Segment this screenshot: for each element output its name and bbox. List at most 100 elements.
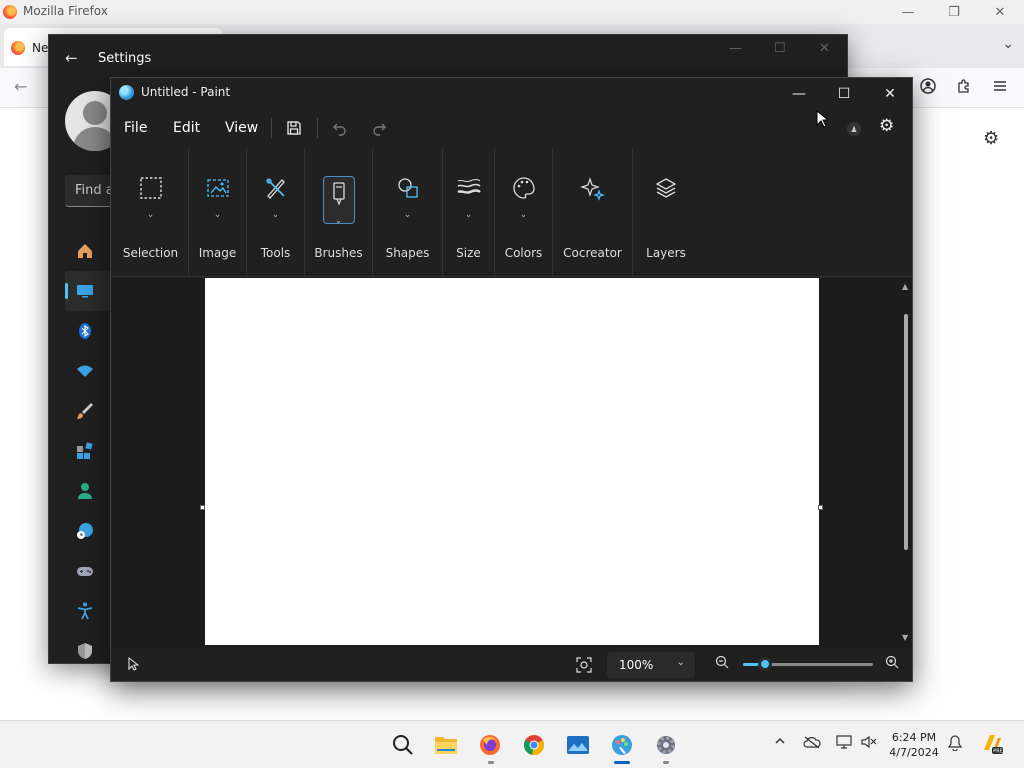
home-icon[interactable] xyxy=(65,231,111,271)
volume-muted-icon[interactable] xyxy=(861,735,877,753)
paint-icon[interactable] xyxy=(610,733,634,757)
zoom-level-value: 100% xyxy=(619,658,654,672)
hamburger-menu-icon[interactable] xyxy=(992,78,1008,98)
copilot-icon[interactable]: PRE xyxy=(980,732,1004,756)
ribbon-image[interactable]: ⌄ Image xyxy=(189,148,247,276)
ribbon-selection[interactable]: ⌄ Selection xyxy=(113,148,189,276)
photos-icon[interactable] xyxy=(566,733,590,757)
paint-close-button[interactable]: ✕ xyxy=(870,82,910,106)
firefox-maximize-button[interactable]: ❐ xyxy=(931,0,977,24)
menu-view[interactable]: View xyxy=(225,120,258,136)
zoom-slider-knob[interactable] xyxy=(758,657,773,671)
accessibility-icon[interactable] xyxy=(65,591,111,631)
personalization-icon[interactable] xyxy=(65,391,111,431)
account-chip-icon[interactable]: ♟ xyxy=(847,122,861,136)
paint-titlebar: Untitled - Paint — ☐ ✕ xyxy=(111,78,912,108)
drawing-canvas[interactable] xyxy=(205,278,819,645)
newtab-settings-gear-icon[interactable]: ⚙ xyxy=(983,128,999,149)
scroll-up-icon[interactable]: ▲ xyxy=(902,282,908,291)
ribbon-size[interactable]: ⌄ Size xyxy=(443,148,495,276)
list-all-tabs-chevron-icon[interactable]: ⌄ xyxy=(1002,36,1014,52)
ribbon-label: Colors xyxy=(504,246,543,260)
show-hidden-icons-chevron-icon[interactable] xyxy=(774,735,786,751)
ribbon-colors[interactable]: ⌄ Colors xyxy=(495,148,553,276)
ribbon-label: Image xyxy=(198,246,237,260)
bluetooth-icon[interactable] xyxy=(65,311,111,351)
paint-menubar: File Edit View xyxy=(111,110,912,146)
scrollbar-thumb[interactable] xyxy=(904,314,908,550)
mouse-cursor-icon xyxy=(816,110,828,128)
gaming-icon[interactable] xyxy=(65,551,111,591)
time-language-icon[interactable] xyxy=(65,511,111,551)
ribbon-tools[interactable]: ⌄ Tools xyxy=(247,148,305,276)
firefox-titlebar: Mozilla Firefox — ❐ ✕ xyxy=(0,0,1024,24)
ribbon-label: Cocreator xyxy=(563,246,622,260)
display-icon[interactable] xyxy=(836,735,852,753)
network-icon[interactable] xyxy=(65,351,111,391)
system-icon[interactable] xyxy=(65,271,111,311)
paint-maximize-button[interactable]: ☐ xyxy=(824,82,864,106)
notification-bell-icon[interactable] xyxy=(947,735,963,755)
undo-icon[interactable] xyxy=(330,118,350,138)
firefox-logo-icon xyxy=(3,5,17,19)
paint-settings-gear-icon[interactable]: ⚙ xyxy=(879,116,894,136)
firefox-tab-label: Ne xyxy=(32,41,49,55)
canvas-resize-handle-left[interactable] xyxy=(200,505,205,510)
system-clock[interactable]: 6:24 PM 4/7/2024 xyxy=(884,730,944,760)
firefox-icon[interactable] xyxy=(478,733,502,757)
settings-search-input[interactable]: Find a setting xyxy=(65,175,115,207)
settings-back-icon[interactable]: ← xyxy=(65,49,78,67)
chevron-down-icon: ⌄ xyxy=(334,216,343,226)
paint-running-indicator xyxy=(614,761,630,764)
firefox-minimize-button[interactable]: — xyxy=(885,0,931,24)
chrome-icon[interactable] xyxy=(522,733,546,757)
canvas-area: ▲ ▼ xyxy=(111,278,912,648)
scroll-down-icon[interactable]: ▼ xyxy=(902,633,908,642)
chevron-down-icon: ⌄ xyxy=(271,210,280,220)
settings-maximize-button[interactable]: ☐ xyxy=(774,41,786,56)
firefox-back-icon[interactable]: ← xyxy=(14,77,27,96)
clock-time: 6:24 PM xyxy=(891,731,937,744)
ribbon-shapes[interactable]: ⌄ Shapes xyxy=(373,148,443,276)
ribbon-brushes[interactable]: ⌄ Brushes xyxy=(305,148,373,276)
paint-status-bar: 100% ⌄ xyxy=(111,649,912,681)
ribbon-label: Selection xyxy=(122,246,179,260)
svg-text:PRE: PRE xyxy=(993,749,1003,755)
chevron-down-icon: ⌄ xyxy=(519,210,528,220)
privacy-icon[interactable] xyxy=(65,631,111,671)
settings-running-indicator xyxy=(663,761,669,764)
search-icon[interactable] xyxy=(391,733,415,757)
chevron-down-icon: ⌄ xyxy=(403,210,412,220)
account-icon[interactable] xyxy=(920,78,936,98)
onedrive-icon[interactable] xyxy=(803,735,821,753)
vertical-scrollbar[interactable]: ▲ ▼ xyxy=(902,282,909,642)
fit-to-window-icon[interactable] xyxy=(575,656,593,674)
paint-minimize-button[interactable]: — xyxy=(779,82,819,106)
settings-minimize-button[interactable]: — xyxy=(729,41,742,56)
zoom-out-icon[interactable] xyxy=(715,655,729,673)
menu-file[interactable]: File xyxy=(124,120,147,136)
menu-edit[interactable]: Edit xyxy=(173,120,200,136)
extensions-icon[interactable] xyxy=(956,78,972,98)
settings-close-button[interactable]: ✕ xyxy=(819,41,830,56)
ribbon-label: Tools xyxy=(260,246,291,260)
settings-icon[interactable] xyxy=(654,733,678,757)
save-icon[interactable] xyxy=(284,118,304,138)
apps-icon[interactable] xyxy=(65,431,111,471)
zoom-level-dropdown[interactable]: 100% ⌄ xyxy=(607,652,695,678)
file-explorer-icon[interactable] xyxy=(434,733,458,757)
clock-date: 4/7/2024 xyxy=(889,746,939,759)
cocreator-sparkle-icon xyxy=(577,176,609,216)
zoom-in-icon[interactable] xyxy=(885,655,899,673)
ribbon-cocreator[interactable]: Cocreator xyxy=(553,148,633,276)
menu-separator xyxy=(317,118,318,138)
firefox-close-button[interactable]: ✕ xyxy=(977,0,1023,24)
canvas-resize-handle-right[interactable] xyxy=(818,505,823,510)
settings-title: Settings xyxy=(98,51,152,66)
redo-icon[interactable] xyxy=(369,118,389,138)
chevron-down-icon: ⌄ xyxy=(464,210,473,220)
zoom-slider[interactable] xyxy=(743,657,873,671)
accounts-icon[interactable] xyxy=(65,471,111,511)
ribbon-layers[interactable]: Layers xyxy=(633,148,699,276)
pointer-position-icon xyxy=(127,656,140,674)
